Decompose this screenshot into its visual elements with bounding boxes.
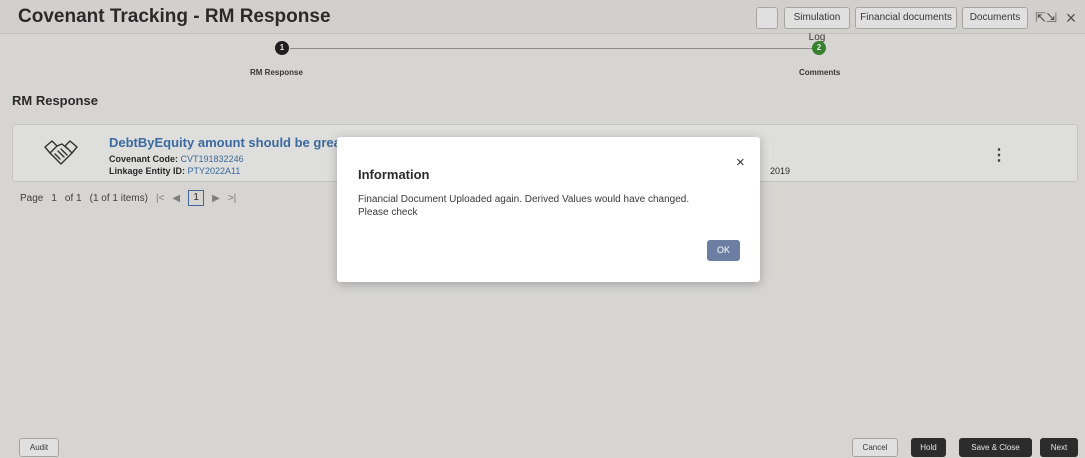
dialog-close-icon[interactable]: × (736, 154, 745, 171)
dialog-title: Information (358, 167, 430, 182)
information-dialog: Information × Financial Document Uploade… (337, 137, 760, 282)
ok-button[interactable]: OK (707, 240, 740, 261)
dialog-message: Financial Document Uploaded again. Deriv… (358, 194, 690, 218)
